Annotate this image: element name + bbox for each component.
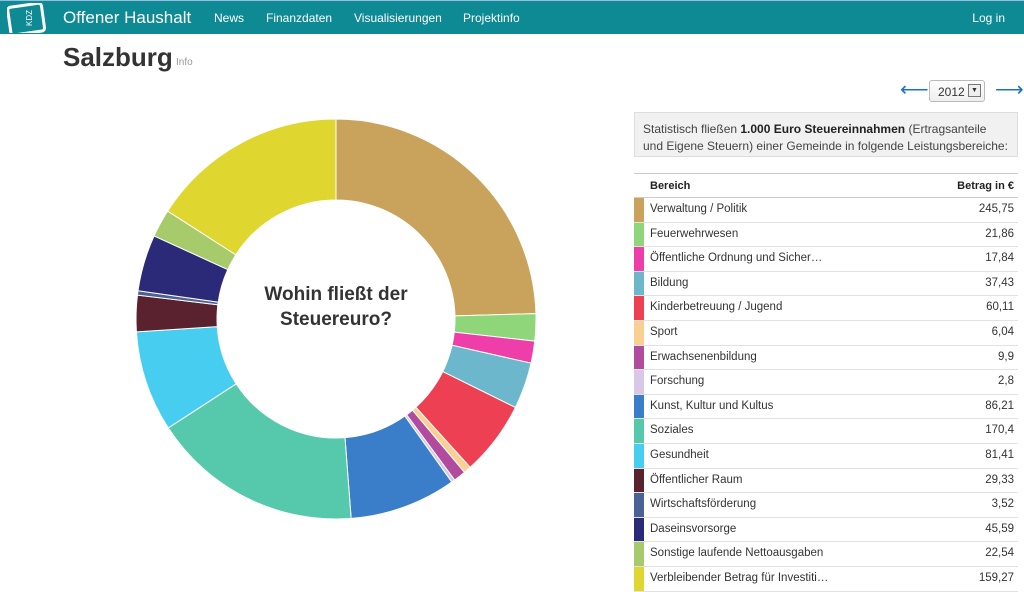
row-amount: 17,84 (985, 252, 1014, 265)
color-swatch (634, 443, 644, 468)
row-label: Verbleibender Betrag für Investiti… (650, 571, 829, 584)
table-row[interactable]: Öffentlicher Raum 29,33 (634, 468, 1018, 494)
table-row[interactable]: Verbleibender Betrag für Investiti… 159,2… (634, 566, 1018, 592)
row-label: Verwaltung / Politik (650, 203, 748, 215)
row-amount: 86,21 (985, 399, 1014, 412)
color-swatch (634, 198, 644, 222)
row-amount: 159,27 (978, 571, 1014, 584)
row-amount: 45,59 (985, 522, 1014, 535)
row-amount: 60,11 (986, 301, 1014, 314)
row-label: Erwachsenenbildung (650, 350, 757, 363)
row-amount: 2,8 (998, 375, 1014, 388)
row-label: Öffentliche Ordnung und Sicher… (650, 252, 823, 265)
table-row[interactable]: Erwachsenenbildung 9,9 (634, 345, 1018, 371)
chevron-down-icon[interactable]: ▼ (968, 84, 981, 97)
row-label: Bildung (650, 276, 689, 289)
color-swatch (634, 370, 644, 394)
table-body: Verwaltung / Politik 245,75 Feuerwehrwesen… (634, 198, 1018, 592)
table-row[interactable]: Bildung 37,43 (634, 271, 1018, 297)
color-swatch (634, 222, 644, 247)
row-label: Öffentlicher Raum (650, 473, 743, 486)
row-label: Gesundheit (650, 448, 709, 461)
info-box: Statistisch fließen 1.000 Euro Steuerein… (634, 112, 1018, 157)
donut-chart: Wohin fließt der Steuereuro? (135, 118, 537, 520)
row-amount: 37,43 (985, 276, 1014, 289)
color-swatch (634, 296, 644, 320)
prev-year-arrow-icon[interactable]: ⟵ (900, 80, 929, 100)
row-amount: 21,86 (985, 227, 1014, 240)
table-header: Bereich Betrag in € (634, 174, 1018, 198)
table-row[interactable]: Wirtschaftsförderung 3,52 (634, 493, 1018, 518)
row-label: Soziales (650, 424, 694, 437)
chart-center-label-line1: Wohin fließt der (264, 284, 408, 305)
row-label: Wirtschaftsförderung (650, 498, 757, 511)
table-row[interactable]: Sport 6,04 (634, 320, 1018, 346)
row-amount: 29,33 (985, 473, 1014, 486)
table-row[interactable]: Gesundheit 81,41 (634, 443, 1018, 469)
color-swatch (634, 345, 644, 370)
row-amount: 245,75 (978, 203, 1014, 215)
spending-table: Bereich Betrag in € Verwaltung / Politik… (634, 173, 1018, 592)
year-select[interactable]: 2012 ▼ (929, 80, 985, 102)
color-swatch (634, 566, 644, 591)
login-link[interactable]: Log in (972, 11, 1005, 25)
column-header-amount[interactable]: Betrag in € (957, 180, 1014, 192)
row-amount: 170,4 (985, 424, 1014, 437)
row-label: Daseinsvorsorge (650, 522, 737, 535)
color-swatch (634, 419, 644, 443)
table-row[interactable]: Öffentliche Ordnung und Sicher… 17,84 (634, 247, 1018, 272)
info-text-pre: Statistisch fließen (643, 122, 741, 136)
row-label: Kunst, Kultur und Kultus (650, 399, 774, 412)
color-swatch (634, 394, 644, 419)
info-text-bold: 1.000 Euro Steuereinnahmen (740, 122, 906, 136)
table-row[interactable]: Daseinsvorsorge 45,59 (634, 517, 1018, 543)
color-swatch (634, 320, 644, 345)
color-swatch (634, 517, 644, 542)
table-row[interactable]: Sonstige laufende Nettoausgaben 22,54 (634, 542, 1018, 567)
row-label: Sonstige laufende Nettoausgaben (650, 547, 824, 560)
row-amount: 9,9 (998, 350, 1014, 363)
row-label: Kinderbetreuung / Jugend (650, 301, 783, 314)
row-label: Feuerwehrwesen (650, 227, 739, 240)
color-swatch (634, 468, 644, 493)
table-row[interactable]: Verwaltung / Politik 245,75 (634, 198, 1018, 223)
color-swatch (634, 542, 644, 566)
color-swatch (634, 247, 644, 271)
table-row[interactable]: Feuerwehrwesen 21,86 (634, 222, 1018, 248)
color-swatch (634, 271, 644, 296)
year-value: 2012 (938, 85, 965, 99)
next-year-arrow-icon[interactable]: ⟶ (995, 80, 1024, 100)
row-amount: 81,41 (985, 448, 1014, 461)
row-label: Sport (650, 325, 678, 338)
table-row[interactable]: Forschung 2,8 (634, 370, 1018, 395)
row-label: Forschung (650, 375, 705, 388)
table-row[interactable]: Kunst, Kultur und Kultus 86,21 (634, 394, 1018, 420)
table-row[interactable]: Kinderbetreuung / Jugend 60,11 (634, 296, 1018, 321)
table-row[interactable]: Soziales 170,4 (634, 419, 1018, 444)
row-amount: 3,52 (991, 498, 1014, 511)
color-swatch (634, 493, 644, 517)
row-amount: 6,04 (991, 325, 1014, 338)
column-header-area[interactable]: Bereich (650, 180, 690, 192)
row-amount: 22,54 (985, 547, 1014, 560)
chart-center-label-line2: Steuereuro? (280, 309, 392, 330)
